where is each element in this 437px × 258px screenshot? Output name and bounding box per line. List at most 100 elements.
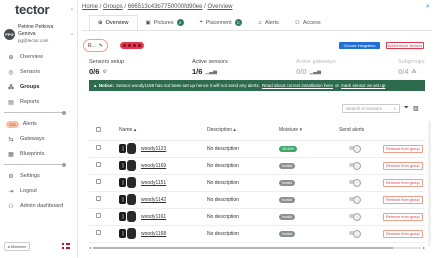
send-alerts-toggle[interactable] <box>349 178 361 187</box>
sidebar-item-settings[interactable]: ⚙ Settings <box>0 169 78 183</box>
table-row[interactable]: woody1151 No description Invalid Remove fro… <box>89 174 425 192</box>
row-checkbox[interactable] <box>96 179 101 184</box>
stat-label: Active gateways <box>296 59 336 65</box>
breadcrumb-overview[interactable]: Overview <box>208 4 233 10</box>
moisture-badge: 35.40% <box>279 145 297 152</box>
sensor-name-link[interactable]: woody1151 <box>141 180 166 186</box>
table-header-row: Name ▴ Description ▴ Moisture ▾ Send ale… <box>89 121 425 141</box>
send-alerts-toggle[interactable] <box>349 161 361 170</box>
col-name[interactable]: Name ▴ <box>111 121 207 141</box>
sidebar-item-reports[interactable]: ▤ Reports <box>0 95 78 109</box>
sensor-device-icon <box>119 143 136 154</box>
scroll-right-icon[interactable]: ▸ <box>423 245 425 250</box>
sidebar-item-label: Admin dashboard <box>20 203 64 209</box>
sensor-name-link[interactable]: woody1142 <box>141 197 166 203</box>
moisture-badge: Invalid <box>279 213 296 220</box>
installation-link[interactable]: Read about correct installation here <box>262 83 333 88</box>
table-row[interactable]: woody1142 No description Invalid Remove fro… <box>89 191 425 209</box>
minimize-sidebar-button[interactable]: ◂ Minimize <box>4 242 30 251</box>
search-icon[interactable]: ⌕ <box>426 3 430 11</box>
chevron-down-icon[interactable]: ⌄ <box>70 31 74 37</box>
sensor-icon: ◎ <box>8 69 14 76</box>
table-row[interactable]: woody1168 No description Invalid Remove fro… <box>89 225 425 243</box>
groups-icon: ⁂ <box>8 84 14 91</box>
access-icon: ⚇ <box>294 19 300 26</box>
sensor-device-icon <box>119 160 136 171</box>
vertical-scrollbar[interactable] <box>428 121 431 246</box>
row-checkbox[interactable] <box>96 230 101 235</box>
sidebar-item-sensors[interactable]: ◎ Sensors <box>0 65 78 79</box>
choose-integration-button[interactable]: Choose integration <box>339 42 380 49</box>
sidebar-item-label: Reports <box>20 99 40 105</box>
scroll-left-icon[interactable]: ◂ <box>89 245 91 250</box>
moisture-badge: Invalid <box>279 196 296 203</box>
placement-icon: ⌖ <box>199 19 203 25</box>
tab-pictures[interactable]: ▣ Pictures 0 <box>138 15 192 30</box>
sidebar-item-blueprints[interactable]: ▦ Blueprints <box>0 147 78 161</box>
sensor-description: No description <box>207 225 279 243</box>
logout-icon: ⇥ <box>8 188 14 195</box>
breadcrumb-group-id[interactable]: 666513c43b7750000fd90ee <box>128 4 203 10</box>
pencil-icon[interactable]: ✎ <box>99 43 103 49</box>
remove-from-group-button[interactable]: Remove from group <box>383 161 423 170</box>
remove-from-group-button[interactable]: Remove from group <box>383 229 423 238</box>
sensor-name-link[interactable]: woody1123 <box>141 146 166 152</box>
table-row[interactable]: woody1161 No description Invalid Remove fro… <box>89 208 425 226</box>
col-description[interactable]: Description ▴ <box>207 121 279 141</box>
tab-access[interactable]: ⚇ Access <box>287 15 329 30</box>
sensor-name-link[interactable]: woody1169 <box>141 163 166 169</box>
remove-from-group-button[interactable]: Remove from group <box>383 178 423 187</box>
collapse-sidebar-icon[interactable]: ‹ <box>71 7 73 13</box>
col-moisture[interactable]: Moisture ▾ <box>279 121 339 141</box>
user-location: Geneva <box>18 31 36 37</box>
sidebar-item-groups[interactable]: ⁂ Groups <box>0 80 78 94</box>
user-menu[interactable]: PPG Petrine Petkova Geneva pg@tector.com… <box>4 24 74 46</box>
send-alerts-toggle[interactable] <box>349 144 361 153</box>
sidebar-divider <box>4 162 66 167</box>
breadcrumb-home[interactable]: Home <box>82 4 98 10</box>
filter-icon[interactable]: ⏷ <box>404 105 409 112</box>
row-checkbox[interactable] <box>96 145 101 150</box>
sidebar-item-alerts[interactable]: 120 Alerts <box>0 117 78 131</box>
remove-from-group-button[interactable]: Remove from group <box>383 195 423 204</box>
app-logo[interactable]: tector <box>15 2 50 17</box>
row-checkbox[interactable] <box>96 196 101 201</box>
breadcrumb-groups[interactable]: Groups <box>103 4 123 10</box>
tab-label: Access <box>302 19 321 26</box>
sidebar-item-gateways[interactable]: ⇆ Gateways <box>0 132 78 146</box>
remove-from-group-button[interactable]: Remove from group <box>383 144 423 153</box>
row-checkbox[interactable] <box>96 162 101 167</box>
search-icon: ⌕ <box>393 106 396 111</box>
table-row[interactable]: woody1169 No description Invalid Remove fro… <box>89 157 425 175</box>
table-row[interactable]: woody1123 No description 35.40% Remove from… <box>89 140 425 158</box>
sidebar-item-logout[interactable]: ⇥ Logout <box>0 184 78 198</box>
sidebar-item-label: Gateways <box>20 136 45 142</box>
remove-from-group-button[interactable]: Remove from group <box>383 212 423 221</box>
sidebar-item-overview[interactable]: ⊕ Overview <box>0 50 78 64</box>
sensor-name-link[interactable]: woody1168 <box>141 231 166 237</box>
tab-overview[interactable]: ⊕ Overview <box>89 15 138 30</box>
sidebar-item-admin-dashboard[interactable]: ⚇ Admin dashboard <box>0 199 78 213</box>
col-send-alerts[interactable]: Send alerts <box>339 121 383 141</box>
danish-flag-icon[interactable] <box>62 243 70 249</box>
sensor-name-link[interactable]: woody1161 <box>141 214 166 220</box>
add-remove-devices-button[interactable]: Add/remove devices <box>386 42 424 49</box>
tab-alerts[interactable]: ♫ Alerts <box>250 15 287 30</box>
stat-label: Subgroups <box>398 59 425 65</box>
select-all-checkbox[interactable] <box>96 126 101 132</box>
send-alerts-toggle[interactable] <box>349 212 361 221</box>
send-alerts-toggle[interactable] <box>349 229 361 238</box>
row-checkbox[interactable] <box>96 213 101 218</box>
mark-set-up-link[interactable]: mark sensor as set up <box>341 83 385 88</box>
tab-label: Placement <box>205 19 232 26</box>
sensor-device-icon <box>119 228 136 239</box>
columns-icon[interactable]: ▥ <box>413 105 419 112</box>
sensor-description: No description <box>207 174 279 192</box>
horizontal-scrollbar[interactable]: ◂ ▸ <box>89 245 425 250</box>
sidebar: tector ‹ PPG Petrine Petkova Geneva pg@t… <box>0 0 78 258</box>
group-name-field[interactable]: R... ✎ <box>83 39 108 52</box>
tab-placement[interactable]: ⌖ Placement 0 <box>192 15 250 30</box>
search-sensors-input[interactable]: Search in sensors ⌕ <box>342 104 400 113</box>
send-alerts-toggle[interactable] <box>349 195 361 204</box>
stat-active-gateways: Active gateways 0/0 ▁▃▅ <box>296 59 336 76</box>
